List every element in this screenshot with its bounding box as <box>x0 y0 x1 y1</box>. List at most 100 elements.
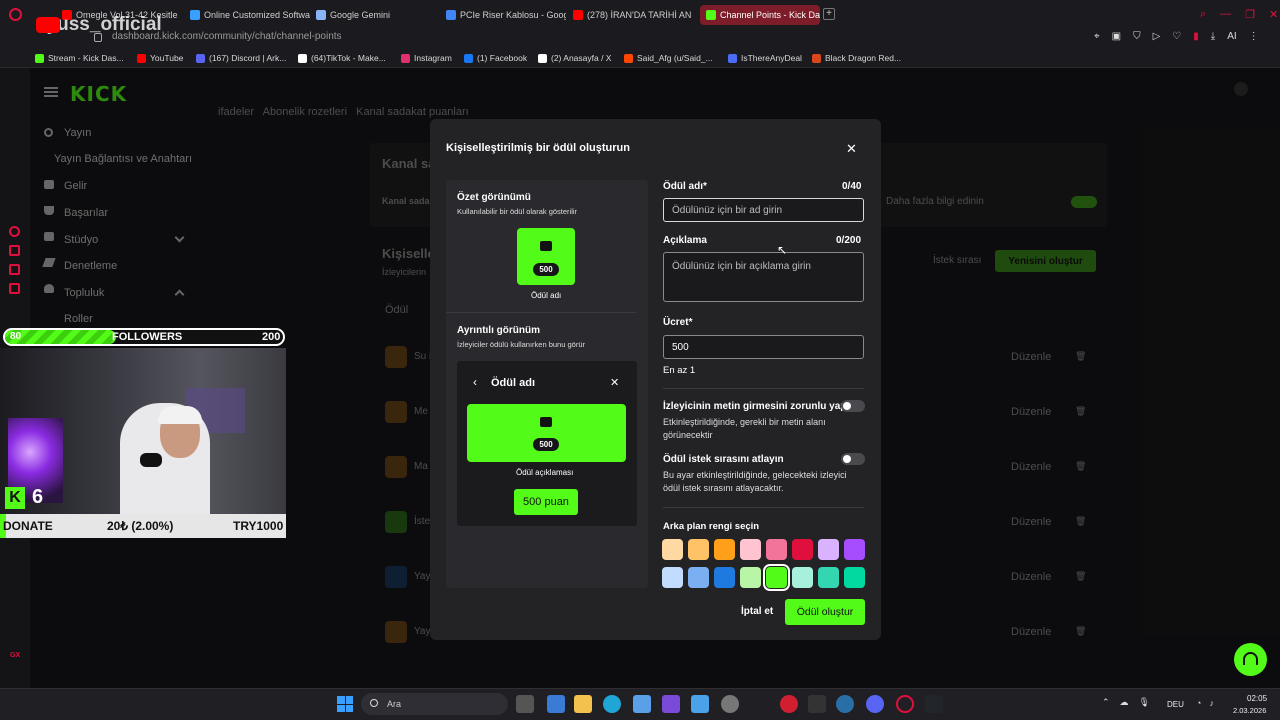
color-swatch[interactable] <box>792 567 813 588</box>
color-swatch[interactable] <box>818 539 839 560</box>
cancel-button[interactable]: İptal et <box>741 606 773 617</box>
tab-label: PCIe Riser Kablosu - Goog <box>460 10 566 20</box>
name-field[interactable]: Ödülünüz için bir ad girin <box>663 198 864 222</box>
detail-redeem-button[interactable]: 500 puan <box>514 489 578 515</box>
shield-icon[interactable]: ⛉ <box>1133 31 1141 45</box>
mic-icon[interactable]: 🎙 <box>1139 697 1150 708</box>
download-icon[interactable]: ⤓ <box>1211 31 1215 45</box>
mail-icon[interactable] <box>9 283 20 294</box>
sidebar-app-icons <box>9 226 21 294</box>
color-swatch[interactable] <box>766 539 787 560</box>
window-controls: ⌕ — ❐ ✕ <box>1200 8 1278 22</box>
color-swatch[interactable] <box>763 564 790 591</box>
tab-label: (278) İRAN'DA TARİHİ AN <box>587 10 692 20</box>
browser-tab[interactable]: (278) İRAN'DA TARİHİ AN <box>573 5 693 25</box>
close-icon[interactable]: ✕ <box>846 141 857 157</box>
ai-icon[interactable]: AI <box>1227 31 1236 45</box>
bookmark-item[interactable]: Stream - Kick Das... <box>35 53 124 63</box>
search-icon[interactable]: ⌕ <box>1200 8 1206 22</box>
taskbar-search[interactable]: Ara <box>361 693 508 715</box>
task-view-icon[interactable] <box>516 695 534 713</box>
desc-field[interactable]: Ödülünüz için bir açıklama girin <box>663 252 864 302</box>
opera-logo-icon[interactable] <box>9 8 22 21</box>
detail-subtitle: İzleyiciler ödülü kullanırken bunu görür <box>457 340 585 349</box>
chat-icon[interactable] <box>9 226 20 237</box>
terminal-icon[interactable] <box>925 695 943 713</box>
create-reward-button[interactable]: Ödül oluştur <box>785 599 865 625</box>
language-indicator[interactable]: DEU <box>1167 700 1184 709</box>
twitch-icon[interactable] <box>9 264 20 275</box>
browser-tab[interactable]: Google Gemini <box>316 5 436 25</box>
cost-field[interactable]: 500 <box>663 335 864 359</box>
skip-queue-toggle[interactable] <box>841 453 865 465</box>
back-icon[interactable]: ‹ <box>473 375 477 389</box>
donate-label: DONATE <box>3 519 53 533</box>
detail-header: Ödül adı <box>491 377 535 389</box>
cube-icon[interactable]: ▣ <box>1112 31 1121 45</box>
wallet-icon[interactable]: ▮ <box>1193 31 1199 45</box>
cloud-icon[interactable]: ☁ <box>1120 697 1129 708</box>
bookmark-item[interactable]: Instagram <box>401 53 452 63</box>
gx-icon[interactable]: GX <box>10 652 20 659</box>
color-swatch[interactable] <box>740 539 761 560</box>
maximize-icon[interactable]: ❐ <box>1245 8 1255 22</box>
steam-alt-icon[interactable] <box>721 695 739 713</box>
browser-tab[interactable]: PCIe Riser Kablosu - Goog <box>446 5 566 25</box>
bookmark-item[interactable]: (64)TikTok - Make... <box>298 53 386 63</box>
opera-gx-icon[interactable] <box>896 695 914 713</box>
heart-icon[interactable]: ♡ <box>1172 31 1181 45</box>
desc-counter: 0/200 <box>836 235 862 246</box>
file-explorer-icon[interactable] <box>574 695 592 713</box>
photos-icon[interactable] <box>691 695 709 713</box>
color-swatch[interactable] <box>688 567 709 588</box>
bookmark-item[interactable]: (2) Anasayfa / X <box>538 53 611 63</box>
webcam-overlay <box>0 348 286 538</box>
badge-count: 6 <box>32 486 44 508</box>
bag-icon[interactable] <box>9 245 20 256</box>
require-text-toggle[interactable] <box>841 400 865 412</box>
cap <box>158 406 202 424</box>
color-swatch[interactable] <box>662 567 683 588</box>
color-swatch[interactable] <box>740 567 761 588</box>
edge-icon[interactable] <box>603 695 621 713</box>
clock-date[interactable]: 2.03.2026 <box>1233 706 1266 715</box>
pin-icon[interactable]: ⌖ <box>1094 31 1100 45</box>
bookmark-item[interactable]: Said_Afg (u/Said_... <box>624 53 713 63</box>
color-swatch[interactable] <box>688 539 709 560</box>
divider <box>446 312 636 313</box>
play-icon[interactable]: ▷ <box>1153 31 1161 45</box>
discord-icon[interactable] <box>866 695 884 713</box>
close-window-icon[interactable]: ✕ <box>1269 8 1278 22</box>
browser-tab[interactable]: Channel Points - Kick Das <box>700 5 820 25</box>
bookmark-item[interactable]: IsThereAnyDeal <box>728 53 802 63</box>
clock-time[interactable]: 02:05 <box>1247 694 1267 703</box>
minimize-icon[interactable]: — <box>1220 8 1231 22</box>
app-grid-icon[interactable] <box>662 695 680 713</box>
menu-icon[interactable]: ⋮ <box>1249 31 1259 45</box>
epic-icon[interactable] <box>808 695 826 713</box>
windows-start-icon[interactable] <box>337 696 353 712</box>
color-swatch[interactable] <box>792 539 813 560</box>
bookmark-label: YouTube <box>150 53 184 63</box>
chevron-up-tray-icon[interactable]: ⌃ <box>1102 697 1110 708</box>
color-swatch[interactable] <box>844 567 865 588</box>
bookmark-item[interactable]: YouTube <box>137 53 183 63</box>
bookmark-item[interactable]: (167) Discord | Ark... <box>196 53 286 63</box>
store-icon[interactable] <box>633 695 651 713</box>
bookmark-item[interactable]: (1) Facebook <box>464 53 527 63</box>
color-swatch[interactable] <box>844 539 865 560</box>
name-counter: 0/40 <box>842 181 862 192</box>
network-icons[interactable]: ◔ ♪ <box>1196 698 1214 708</box>
color-swatch[interactable] <box>818 567 839 588</box>
steam-icon[interactable] <box>836 695 854 713</box>
bookmark-label: (64)TikTok - Make... <box>311 53 386 63</box>
bookmark-item[interactable]: Black Dragon Red... <box>812 53 901 63</box>
color-swatch[interactable] <box>714 539 735 560</box>
color-swatch[interactable] <box>662 539 683 560</box>
detail-close-icon[interactable]: ✕ <box>610 376 619 389</box>
widgets-icon[interactable] <box>547 695 565 713</box>
obs-icon[interactable] <box>780 695 798 713</box>
new-tab-icon[interactable]: + <box>823 8 835 20</box>
browser-tab[interactable]: Online Customized Softwa <box>190 5 310 25</box>
color-swatch[interactable] <box>714 567 735 588</box>
